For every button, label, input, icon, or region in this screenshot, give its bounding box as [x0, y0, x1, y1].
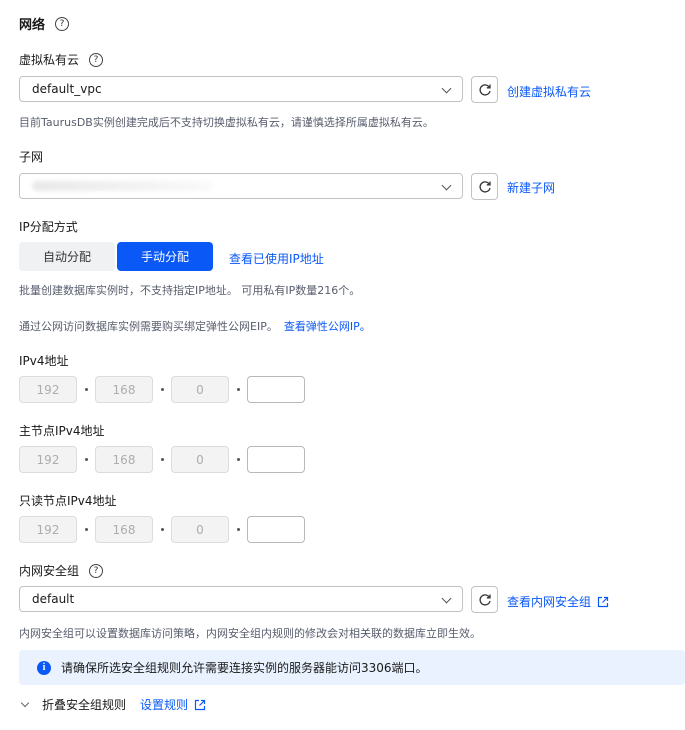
security-group-select-value: default [32, 592, 75, 606]
ip-assign-label: IP分配方式 [19, 220, 78, 234]
readonly-ipv4-octet-3: 0 [171, 516, 229, 543]
readonly-ipv4-octet-1: 192 [19, 516, 77, 543]
refresh-icon [478, 180, 491, 193]
primary-ipv4-label: 主节点IPv4地址 [19, 424, 105, 438]
chevron-down-icon [441, 180, 452, 191]
security-group-refresh-button[interactable] [471, 586, 498, 613]
info-icon: i [37, 660, 51, 675]
ip-separator-dot [161, 528, 164, 531]
auto-assign-option[interactable]: 自动分配 [19, 242, 115, 271]
ip-separator-dot [237, 458, 240, 461]
readonly-ipv4-octet-4-input[interactable] [247, 516, 305, 543]
ipv4-octet-3: 0 [171, 376, 229, 403]
security-group-label-row: 内网安全组 ? [19, 562, 104, 579]
primary-ipv4-octet-2: 168 [95, 446, 153, 473]
view-security-group-link-wrap[interactable]: 查看内网安全组 [507, 593, 609, 610]
readonly-ipv4-label: 只读节点IPv4地址 [19, 494, 117, 508]
ip-separator-dot [237, 388, 240, 391]
ipv4-octet-4-input[interactable] [247, 376, 305, 403]
view-security-group-link[interactable]: 查看内网安全组 [507, 593, 591, 610]
eip-hint-row: 通过公网访问数据库实例需要购买绑定弹性公网EIP。 查看弹性公网IP。 [19, 318, 371, 334]
question-circle-icon[interactable]: ? [55, 16, 70, 31]
subnet-value-redacted [32, 181, 212, 191]
ip-separator-dot [85, 528, 88, 531]
eip-hint: 通过公网访问数据库实例需要购买绑定弹性公网EIP。 [19, 320, 278, 333]
readonly-ipv4-octet-2: 168 [95, 516, 153, 543]
chevron-down-icon [441, 83, 452, 94]
port-notice-text: 请确保所选安全组规则允许需要连接实例的服务器能访问3306端口。 [61, 661, 428, 675]
collapse-rules-row: 折叠安全组规则 设置规则 [20, 696, 206, 713]
subnet-label: 子网 [19, 150, 44, 164]
ip-separator-dot [161, 458, 164, 461]
view-used-ip-link[interactable]: 查看已使用IP地址 [229, 250, 324, 267]
refresh-icon [478, 593, 491, 606]
create-vpc-link[interactable]: 创建虚拟私有云 [507, 83, 591, 100]
primary-ipv4-octet-4-input[interactable] [247, 446, 305, 473]
ip-separator-dot [85, 388, 88, 391]
chevron-down-icon [441, 593, 452, 604]
create-subnet-link[interactable]: 新建子网 [507, 179, 555, 196]
ipv4-input-group: 192 168 0 [19, 376, 309, 403]
view-eip-link[interactable]: 查看弹性公网IP。 [284, 318, 371, 334]
ip-separator-dot [161, 388, 164, 391]
network-title: 网络 [19, 18, 46, 33]
vpc-refresh-button[interactable] [471, 76, 498, 103]
security-group-select[interactable]: default [19, 586, 463, 612]
port-notice-banner: i 请确保所选安全组规则允许需要连接实例的服务器能访问3306端口。 [19, 650, 685, 685]
manual-assign-option[interactable]: 手动分配 [117, 242, 213, 271]
ip-separator-dot [237, 528, 240, 531]
vpc-label: 虚拟私有云 [19, 53, 80, 67]
ipv4-octet-2: 168 [95, 376, 153, 403]
subnet-select[interactable] [19, 173, 463, 199]
chevron-down-icon[interactable] [20, 698, 30, 708]
primary-ipv4-input-group: 192 168 0 [19, 446, 309, 473]
security-group-label: 内网安全组 [19, 564, 80, 578]
network-section-header: 网络 ? [19, 14, 70, 33]
readonly-ipv4-input-group: 192 168 0 [19, 516, 309, 543]
primary-ipv4-octet-3: 0 [171, 446, 229, 473]
subnet-refresh-button[interactable] [471, 173, 498, 200]
vpc-select-value: default_vpc [32, 82, 102, 96]
external-link-icon [194, 699, 206, 710]
set-rules-link[interactable]: 设置规则 [140, 696, 188, 713]
question-circle-icon[interactable]: ? [89, 563, 104, 578]
vpc-select[interactable]: default_vpc [19, 76, 463, 102]
ipv4-label: IPv4地址 [19, 354, 69, 368]
ip-assign-hint: 批量创建数据库实例时，不支持指定IP地址。 可用私有IP数量216个。 [19, 284, 361, 297]
vpc-hint: 目前TaurusDB实例创建完成后不支持切换虚拟私有云，请谨慎选择所属虚拟私有云… [19, 116, 434, 129]
ipv4-octet-1: 192 [19, 376, 77, 403]
ip-separator-dot [85, 458, 88, 461]
security-group-hint: 内网安全组可以设置数据库访问策略，内网安全组内规则的修改会对相关联的数据库立即生… [19, 627, 481, 640]
primary-ipv4-octet-1: 192 [19, 446, 77, 473]
refresh-icon [478, 83, 491, 96]
collapse-rules-toggle[interactable]: 折叠安全组规则 [42, 696, 126, 713]
external-link-icon [597, 596, 609, 607]
question-circle-icon[interactable]: ? [89, 52, 104, 67]
vpc-label-row: 虚拟私有云 ? [19, 51, 104, 68]
